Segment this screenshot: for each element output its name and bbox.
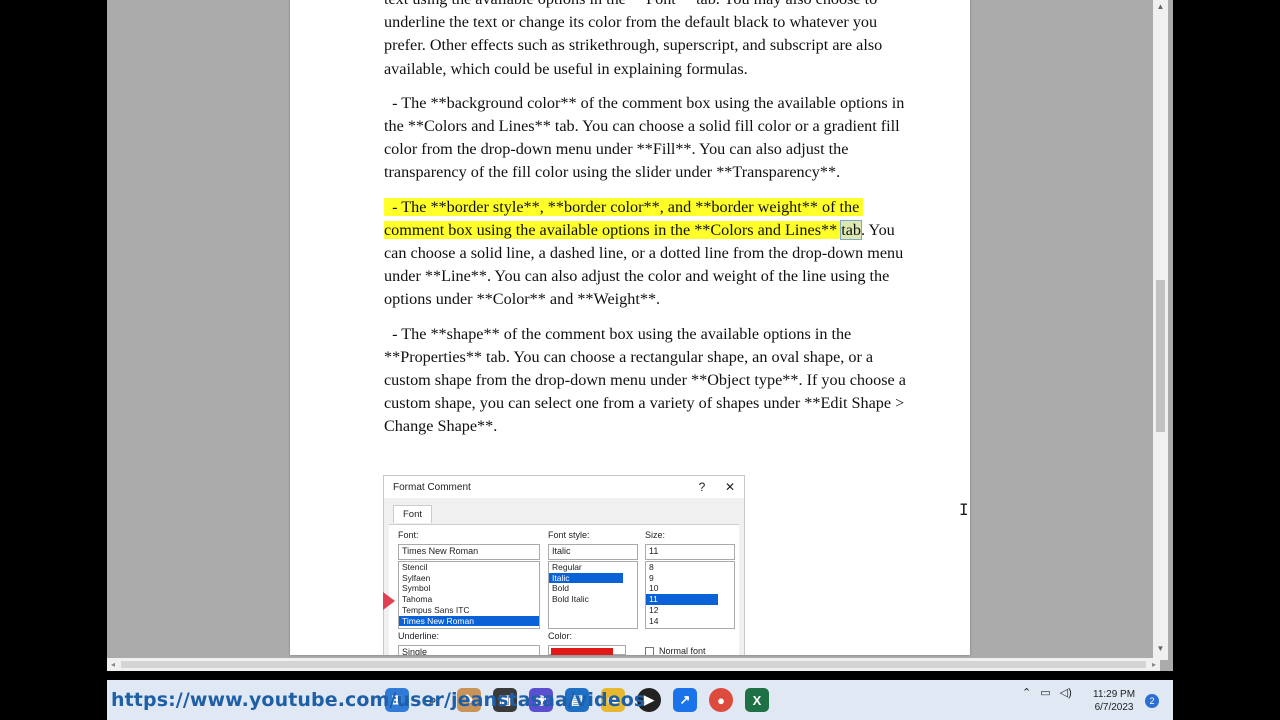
scroll-right-icon[interactable]: ▸ xyxy=(1148,658,1160,671)
right-letterbox xyxy=(1173,0,1280,720)
ibeam-cursor-icon: I xyxy=(959,500,969,519)
vertical-scrollbar[interactable]: ▲ ▼ xyxy=(1153,0,1168,660)
normal-font-checkbox xyxy=(645,647,654,655)
font-style-label: Font style: xyxy=(548,530,590,540)
size-list-item: 14 xyxy=(649,615,659,626)
url-overlay-text: https://www.youtube.com/user/jeanstasaa/… xyxy=(111,689,646,711)
paragraph-shape[interactable]: - The **shape** of the comment box using… xyxy=(384,323,916,439)
paragraph-font[interactable]: text using the available options in the … xyxy=(384,0,916,81)
tab-font: Font xyxy=(393,505,433,523)
dialog-tab-row: Font xyxy=(384,502,744,524)
style-list-item: Bold xyxy=(552,583,570,594)
font-label: Font: xyxy=(398,530,419,540)
size-list-item: 9 xyxy=(649,572,654,583)
style-list-item: Bold Italic xyxy=(552,594,589,605)
font-style-field: Italic xyxy=(548,544,638,560)
active-app-icon[interactable]: ↗ xyxy=(673,688,697,712)
size-list: 8 9 10 11 12 14 xyxy=(645,561,735,629)
format-comment-dialog-image: Format Comment ? ✕ Font Font: Times New … xyxy=(383,475,745,655)
font-list-item: Tahoma xyxy=(402,594,433,605)
document-page[interactable]: text using the available options in the … xyxy=(290,0,970,655)
color-swatch xyxy=(548,645,626,655)
size-list-item: 12 xyxy=(649,604,659,615)
highlighted-text[interactable]: - The **border style**, **border color**… xyxy=(384,197,864,239)
font-list-item: Tempus Sans ITC xyxy=(402,604,470,615)
dialog-title: Format Comment xyxy=(393,481,471,493)
paragraph-border[interactable]: - The **border style**, **border color**… xyxy=(384,196,916,312)
dialog-body: Font: Times New Roman Stencil Sylfaen Sy… xyxy=(383,524,739,655)
network-icon[interactable]: ▭ xyxy=(1040,686,1050,699)
help-icon: ? xyxy=(698,480,706,494)
scroll-left-icon[interactable]: ◂ xyxy=(107,658,119,671)
horizontal-scroll-thumb[interactable] xyxy=(121,661,1146,668)
selected-word[interactable]: tab xyxy=(840,219,863,240)
horizontal-scrollbar[interactable]: ◂ ▸ xyxy=(107,658,1160,671)
chevron-up-icon[interactable]: ⌃ xyxy=(1022,686,1031,699)
vertical-scroll-thumb[interactable] xyxy=(1156,280,1165,432)
screen: text using the available options in the … xyxy=(0,0,1280,720)
font-list-item: Symbol xyxy=(402,583,431,594)
size-label: Size: xyxy=(645,530,666,540)
font-list-item: Sylfaen xyxy=(402,572,431,583)
document-area[interactable]: text using the available options in the … xyxy=(107,0,1173,671)
size-list-item-selected: 11 xyxy=(646,594,718,605)
clock-date: 6/7/2023 xyxy=(1094,702,1134,713)
left-letterbox xyxy=(0,0,107,720)
underline-field: Single xyxy=(398,645,540,655)
dialog-titlebar: Format Comment ? ✕ xyxy=(384,476,744,498)
system-tray: ⌃ ▭ ◁) xyxy=(1022,686,1072,699)
red-color-fill xyxy=(551,648,613,655)
size-list-item: 10 xyxy=(649,583,659,594)
notification-badge[interactable]: 2 xyxy=(1145,694,1159,708)
page-text[interactable]: text using the available options in the … xyxy=(384,0,916,450)
chrome-icon[interactable]: ● xyxy=(709,688,733,712)
style-list-item: Regular xyxy=(552,562,582,572)
size-list-item: 8 xyxy=(649,562,654,572)
font-style-list: Regular Italic Bold Bold Italic xyxy=(548,561,638,629)
volume-icon[interactable]: ◁) xyxy=(1060,686,1072,699)
clock[interactable]: 11:29 PM 6/7/2023 xyxy=(1093,688,1135,714)
red-arrow-icon xyxy=(383,592,395,610)
clock-time: 11:29 PM xyxy=(1093,689,1136,700)
normal-font-label: Normal font xyxy=(659,646,706,655)
color-label: Color: xyxy=(548,631,573,641)
close-icon: ✕ xyxy=(724,480,736,494)
paragraph-background-color[interactable]: - The **background color** of the commen… xyxy=(384,92,916,185)
font-field: Times New Roman xyxy=(398,544,540,560)
size-field: 11 xyxy=(645,544,735,560)
scroll-up-icon[interactable]: ▲ xyxy=(1153,2,1168,16)
scroll-down-icon[interactable]: ▼ xyxy=(1153,644,1168,658)
font-list-item: Stencil xyxy=(402,562,428,572)
excel-icon[interactable]: X xyxy=(745,688,769,712)
font-list: Stencil Sylfaen Symbol Tahoma Tempus San… xyxy=(398,561,540,629)
style-list-item-selected: Italic xyxy=(549,572,623,584)
underline-label: Underline: xyxy=(398,631,440,641)
font-list-item-selected: Times New Roman xyxy=(399,615,539,627)
